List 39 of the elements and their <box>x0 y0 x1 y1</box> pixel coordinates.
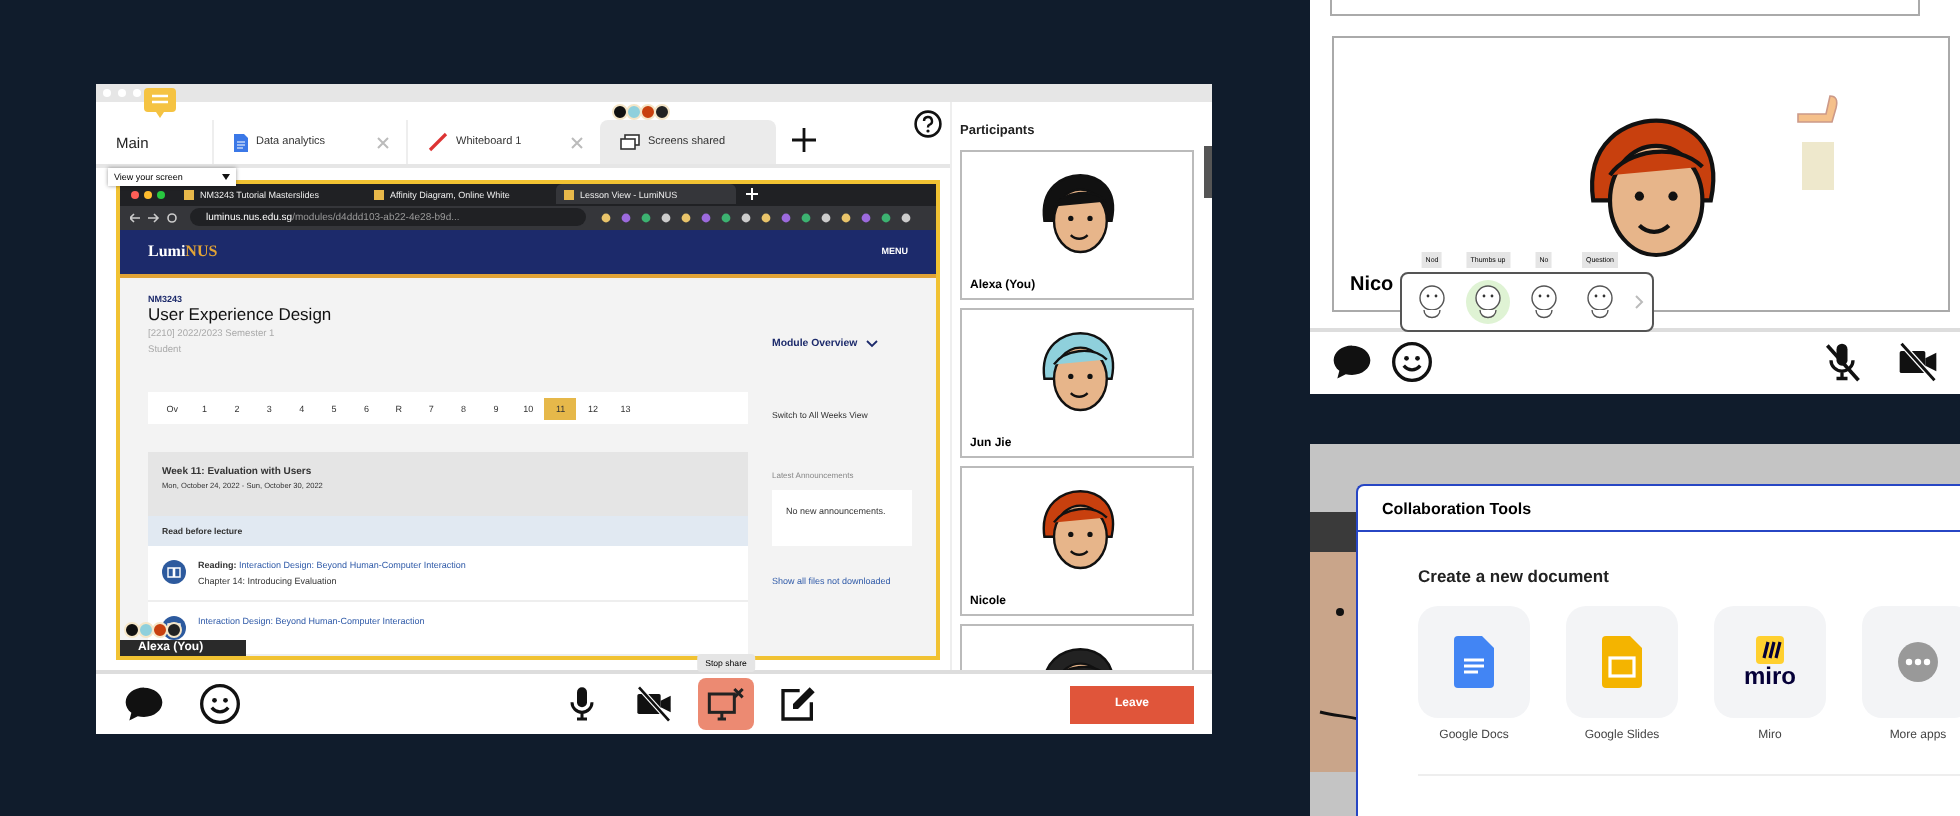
more-icon <box>1898 642 1938 682</box>
microphone-muted-icon[interactable] <box>1820 340 1864 385</box>
screen-share-icon <box>706 684 746 724</box>
camera-off-icon[interactable] <box>634 684 674 724</box>
favicon-icon <box>184 189 194 200</box>
favicon-icon <box>374 189 384 200</box>
document-icon <box>1454 636 1494 688</box>
new-tab-icon[interactable] <box>746 188 758 201</box>
add-tab-icon[interactable] <box>792 128 816 152</box>
navigation-icon[interactable] <box>130 211 178 224</box>
share-button[interactable] <box>698 678 754 730</box>
dialog-heading: Create a new document <box>1418 566 1611 586</box>
chevron-down-icon[interactable] <box>865 340 878 348</box>
scrollbar[interactable] <box>1204 146 1212 198</box>
dialog-title: Collaboration Tools <box>1358 486 1960 532</box>
chat-icon[interactable] <box>122 682 166 726</box>
help-icon[interactable] <box>914 110 942 138</box>
book-icon <box>162 560 186 584</box>
slides-icon <box>1602 636 1642 688</box>
app-tile[interactable] <box>1862 606 1960 718</box>
screens-icon <box>620 134 640 150</box>
reaction-icon[interactable] <box>1466 279 1510 324</box>
app-tile[interactable] <box>1418 606 1530 718</box>
course-title: User Experience Design <box>148 304 334 324</box>
smiley-icon[interactable] <box>1390 340 1434 385</box>
participant-name: Nico <box>1350 273 1394 296</box>
smiley-icon[interactable] <box>198 682 242 726</box>
edit-icon[interactable] <box>778 684 818 724</box>
site-logo[interactable]: LumiNUS <box>148 242 218 261</box>
document-icon <box>234 133 248 151</box>
window-dots-icon <box>102 88 142 98</box>
camera-off-icon[interactable] <box>1896 340 1940 385</box>
miro-mark-icon <box>1755 636 1784 664</box>
traffic-lights-icon <box>130 189 166 200</box>
favicon-icon <box>564 189 574 200</box>
app-tile[interactable]: miro <box>1714 606 1826 718</box>
miro-logo-text: miro <box>1743 664 1796 688</box>
pen-icon <box>428 132 448 152</box>
app-tile[interactable] <box>1566 606 1678 718</box>
